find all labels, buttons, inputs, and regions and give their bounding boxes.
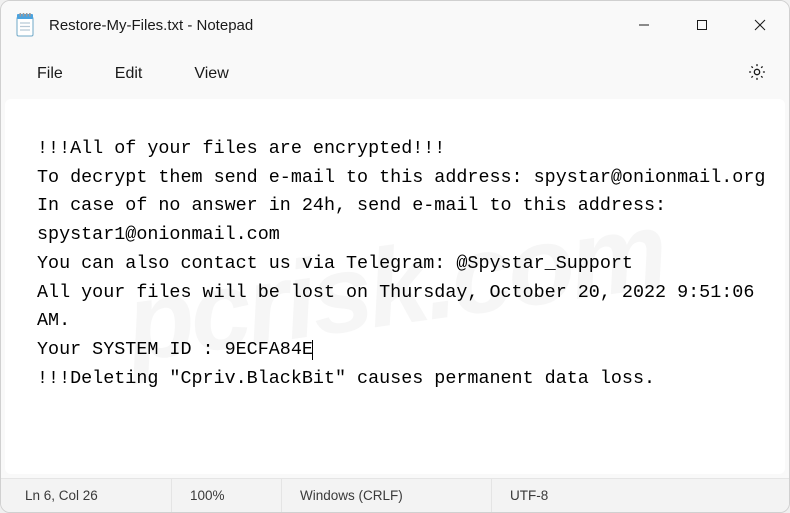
text-line: All your files will be lost on Thursday,… xyxy=(37,282,765,332)
menu-view[interactable]: View xyxy=(168,57,254,91)
text-area[interactable]: pcrisk.com!!!All of your files are encry… xyxy=(5,99,785,474)
notepad-icon xyxy=(15,13,35,37)
minimize-button[interactable] xyxy=(615,1,673,49)
text-line: !!!All of your files are encrypted!!! xyxy=(37,138,445,159)
text-line: To decrypt them send e-mail to this addr… xyxy=(37,167,765,188)
titlebar[interactable]: Restore-My-Files.txt - Notepad xyxy=(1,1,789,49)
menubar: File Edit View xyxy=(1,49,789,99)
menu-edit[interactable]: Edit xyxy=(89,57,169,91)
settings-button[interactable] xyxy=(735,55,779,93)
text-line: !!!Deleting "Cpriv.BlackBit" causes perm… xyxy=(37,368,655,389)
notepad-window: Restore-My-Files.txt - Notepad File Edit… xyxy=(0,0,790,513)
close-button[interactable] xyxy=(731,1,789,49)
menu-file[interactable]: File xyxy=(11,57,89,91)
text-caret xyxy=(312,340,313,360)
status-position: Ln 6, Col 26 xyxy=(1,479,171,512)
window-controls xyxy=(615,1,789,49)
gear-icon xyxy=(747,62,767,87)
status-zoom[interactable]: 100% xyxy=(171,479,281,512)
text-line: In case of no answer in 24h, send e-mail… xyxy=(37,195,677,245)
text-line: You can also contact us via Telegram: @S… xyxy=(37,253,633,274)
status-line-ending: Windows (CRLF) xyxy=(281,479,491,512)
window-title: Restore-My-Files.txt - Notepad xyxy=(49,17,615,34)
status-encoding: UTF-8 xyxy=(491,479,789,512)
statusbar: Ln 6, Col 26 100% Windows (CRLF) UTF-8 xyxy=(1,478,789,512)
maximize-button[interactable] xyxy=(673,1,731,49)
text-line: Your SYSTEM ID : 9ECFA84E xyxy=(37,339,313,360)
